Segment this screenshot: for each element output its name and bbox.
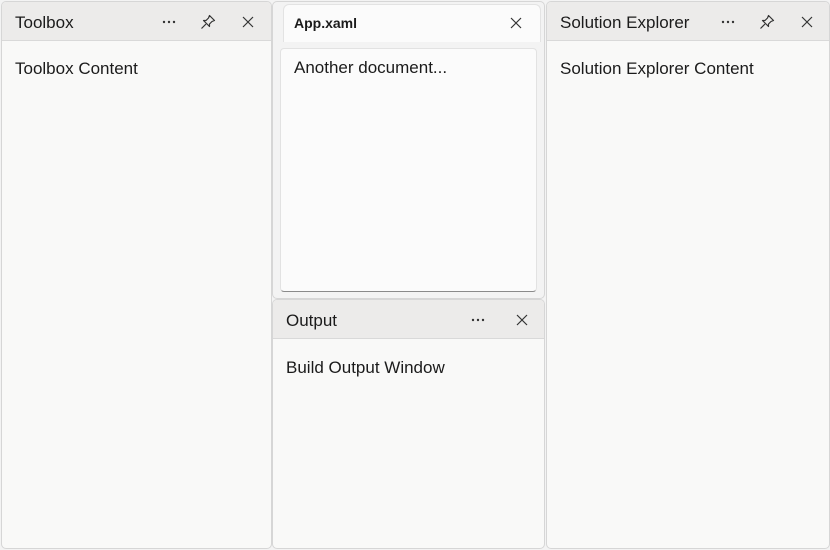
solution-explorer-pin-button[interactable] (753, 8, 781, 36)
output-pane: Output Build Output Window (272, 299, 545, 549)
tab-label: App.xaml (294, 15, 358, 31)
solution-explorer-more-button[interactable] (714, 8, 742, 36)
more-options-icon (162, 20, 176, 24)
solution-explorer-content: Solution Explorer Content (560, 59, 754, 78)
toolbox-pane: Toolbox Toolbox Content (1, 1, 272, 549)
solution-explorer-header[interactable]: Solution Explorer (547, 2, 829, 41)
close-icon (242, 16, 254, 28)
pin-icon (760, 14, 775, 29)
close-icon (801, 16, 813, 28)
solution-explorer-title: Solution Explorer (560, 13, 690, 32)
toolbox-more-button[interactable] (155, 8, 183, 36)
document-text: Another document... (294, 58, 448, 77)
output-more-button[interactable] (464, 306, 492, 334)
output-close-button[interactable] (508, 306, 536, 334)
toolbox-close-button[interactable] (234, 8, 262, 36)
close-icon (516, 314, 528, 326)
tab-close-button[interactable] (503, 10, 529, 36)
pin-icon (201, 14, 216, 29)
toolbox-title: Toolbox (15, 13, 74, 32)
output-title: Output (286, 311, 338, 330)
document-editor[interactable]: Another document... (280, 48, 537, 292)
toolbox-header[interactable]: Toolbox (2, 2, 271, 41)
output-header[interactable]: Output (273, 300, 544, 339)
document-well: App.xaml Another document... (272, 1, 545, 299)
toolbox-content: Toolbox Content (15, 59, 138, 78)
solution-explorer-pane: Solution Explorer Solution Explorer Cont… (546, 1, 830, 549)
toolbox-pin-button[interactable] (194, 8, 222, 36)
output-content: Build Output Window (286, 358, 445, 377)
more-options-icon (721, 20, 735, 24)
close-icon (510, 17, 522, 29)
tab-app-xaml[interactable]: App.xaml (283, 4, 541, 42)
solution-explorer-close-button[interactable] (793, 8, 821, 36)
more-options-icon (471, 318, 485, 322)
